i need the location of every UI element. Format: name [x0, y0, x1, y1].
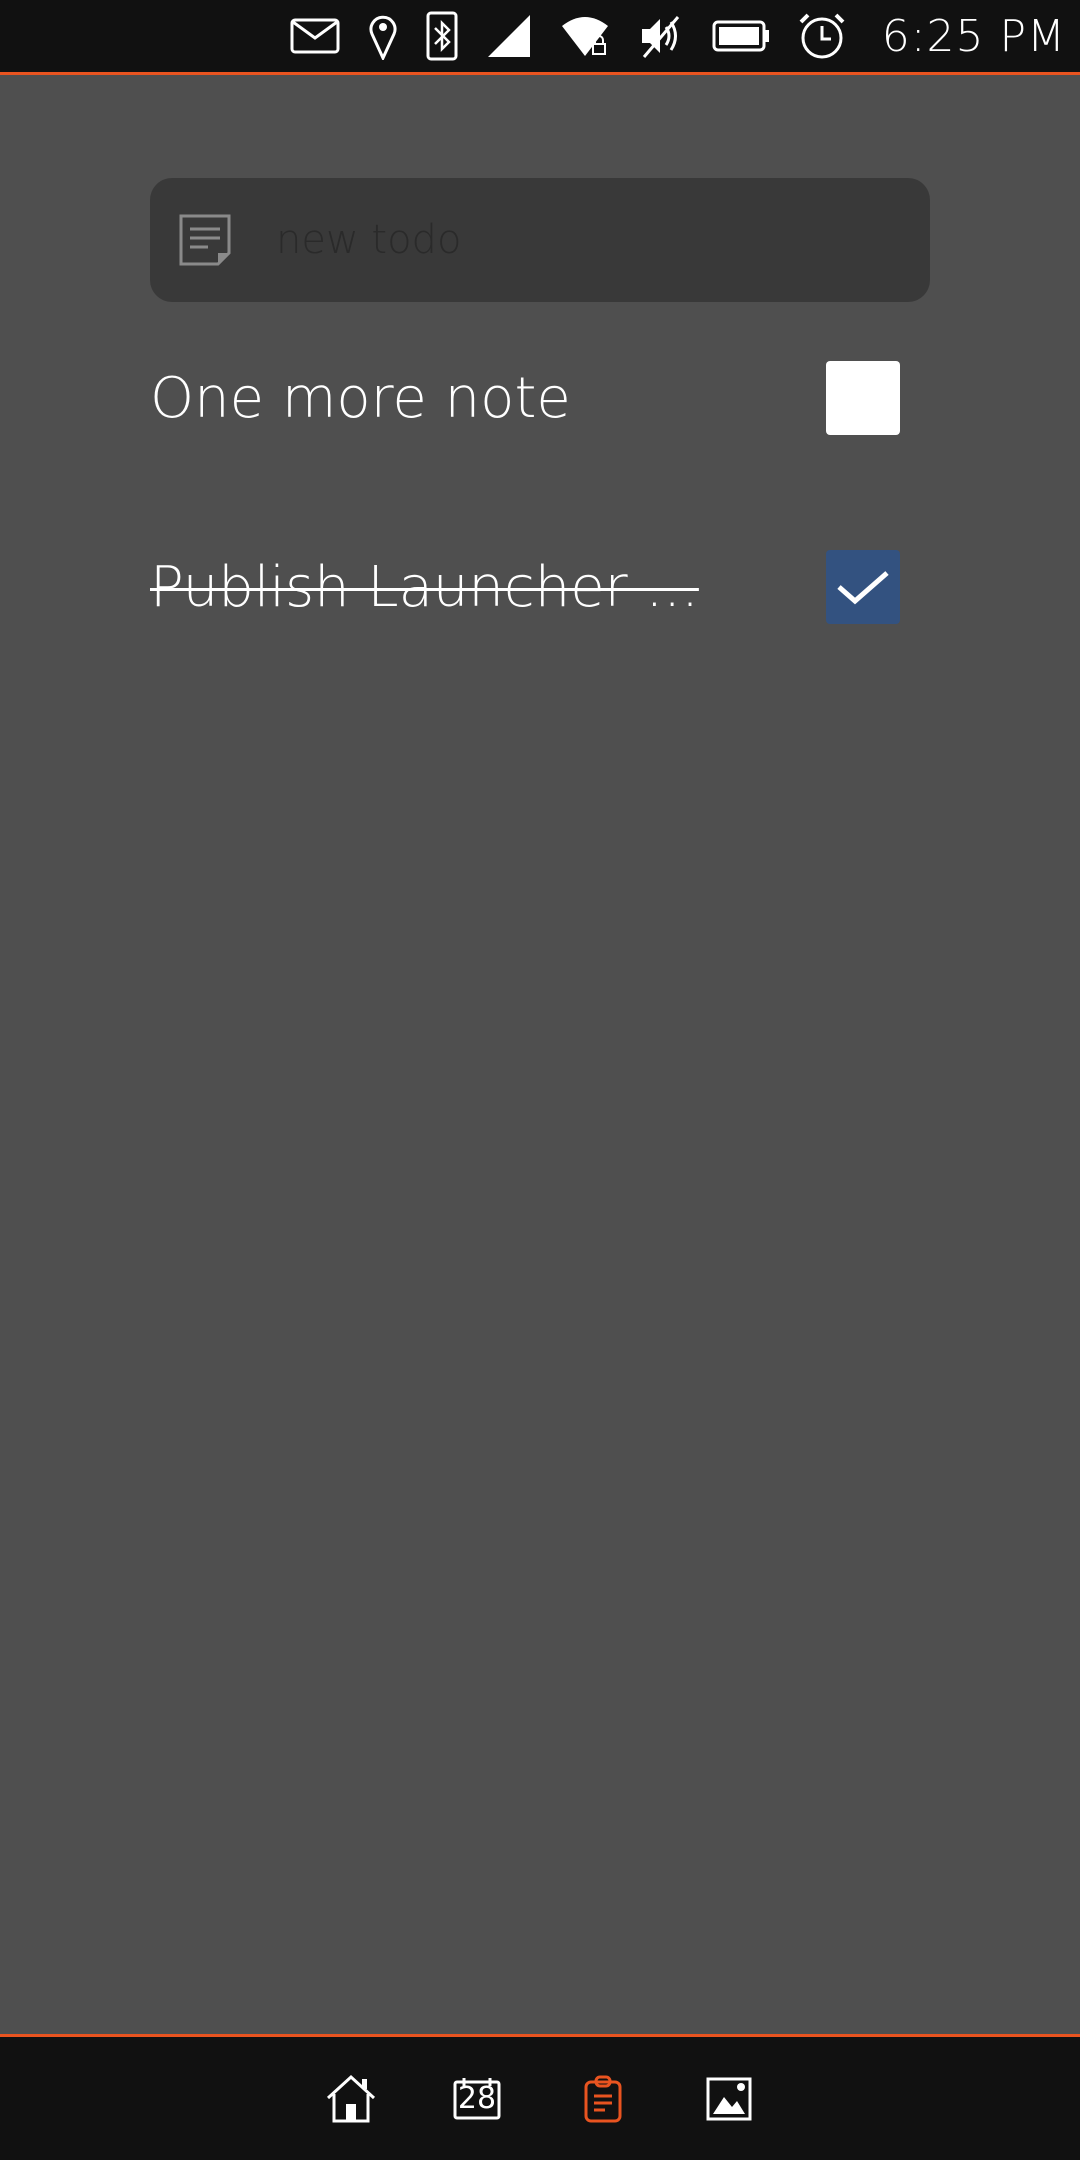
tab-home[interactable] [288, 2039, 414, 2159]
bottom-tab-bar: 28 [0, 2034, 1080, 2160]
location-icon [368, 0, 398, 74]
battery-icon [712, 0, 770, 74]
todo-checkbox-checked[interactable] [826, 550, 900, 624]
bluetooth-icon [426, 0, 458, 74]
status-bar: 6:25 PM [0, 0, 1080, 75]
new-todo-field[interactable] [150, 178, 930, 302]
muted-icon [638, 0, 684, 74]
todo-item-text: Publish Launcher ... [150, 554, 699, 620]
clipboard-icon [584, 2075, 622, 2122]
status-time: 6:25 PM [881, 10, 1066, 62]
calendar-date: 28 [457, 2081, 497, 2116]
tab-notes[interactable] [540, 2039, 666, 2159]
todo-item[interactable]: One more note [150, 343, 900, 453]
alarm-icon [798, 0, 846, 74]
todo-page: One more note Publish Launcher ... [0, 78, 1080, 2034]
home-icon [326, 2074, 376, 2122]
signal-icon [486, 0, 532, 74]
checkmark-icon [837, 571, 889, 605]
image-icon [706, 2077, 752, 2120]
tab-gallery[interactable] [666, 2039, 792, 2159]
tab-calendar[interactable]: 28 [414, 2039, 540, 2159]
note-icon [179, 214, 231, 266]
todo-item-text: One more note [150, 365, 571, 431]
wifi-locked-icon [560, 0, 610, 74]
todo-item[interactable]: Publish Launcher ... [150, 532, 900, 642]
new-todo-input[interactable] [276, 200, 896, 280]
todo-checkbox[interactable] [826, 361, 900, 435]
mail-icon [290, 0, 340, 74]
